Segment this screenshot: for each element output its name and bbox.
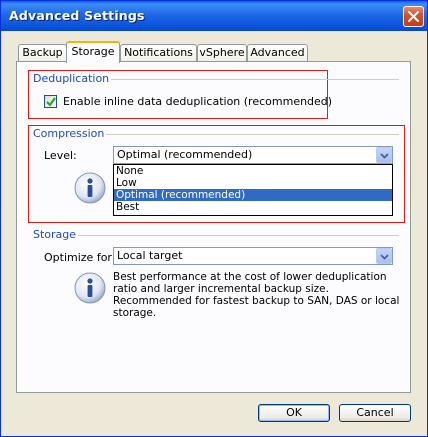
tab-notifications[interactable]: Notifications [120, 44, 197, 62]
tab-backup[interactable]: Backup [18, 44, 67, 62]
close-button[interactable] [403, 6, 424, 27]
optimize-for-value: Local target [117, 249, 183, 262]
deduplication-title: Deduplication [33, 72, 112, 85]
tab-storage[interactable]: Storage [66, 41, 120, 63]
tab-vsphere[interactable]: vSphere [197, 44, 247, 62]
advanced-settings-dialog: Advanced Settings Backup Storage Notific… [0, 0, 428, 437]
option-best[interactable]: Best [114, 201, 392, 213]
compression-level-value: Optimal (recommended) [117, 148, 253, 161]
optimize-for-select[interactable]: Local target [113, 247, 393, 265]
checkmark-icon [46, 97, 56, 107]
ok-button[interactable]: OK [258, 404, 330, 422]
storage-description: Best performance at the cost of lower de… [113, 271, 400, 319]
tab-advanced[interactable]: Advanced [247, 44, 308, 62]
title-bar: Advanced Settings [1, 1, 427, 31]
storage-divider [33, 235, 399, 236]
optimize-for-label: Optimize for: [44, 251, 116, 264]
compression-level-label: Level: [44, 149, 77, 162]
option-optimal[interactable]: Optimal (recommended) [114, 189, 392, 201]
info-icon [73, 271, 107, 305]
compression-dropdown-button[interactable] [376, 147, 392, 163]
optimize-dropdown-button[interactable] [376, 248, 392, 264]
dedup-checkbox[interactable] [44, 95, 57, 108]
compression-level-select[interactable]: Optimal (recommended) [113, 146, 393, 164]
compression-options-list[interactable]: None Low Optimal (recommended) Best [113, 164, 393, 216]
dedup-checkbox-label[interactable]: Enable inline data deduplication (recomm… [63, 95, 332, 108]
info-icon [73, 171, 107, 205]
option-none[interactable]: None [114, 165, 392, 177]
option-low[interactable]: Low [114, 177, 392, 189]
window-title: Advanced Settings [9, 8, 145, 23]
chevron-down-icon [380, 254, 389, 260]
cancel-button[interactable]: Cancel [339, 404, 411, 422]
close-icon [408, 11, 419, 22]
chevron-down-icon [380, 153, 389, 159]
compression-title: Compression [33, 127, 107, 140]
storage-title: Storage [33, 228, 79, 241]
